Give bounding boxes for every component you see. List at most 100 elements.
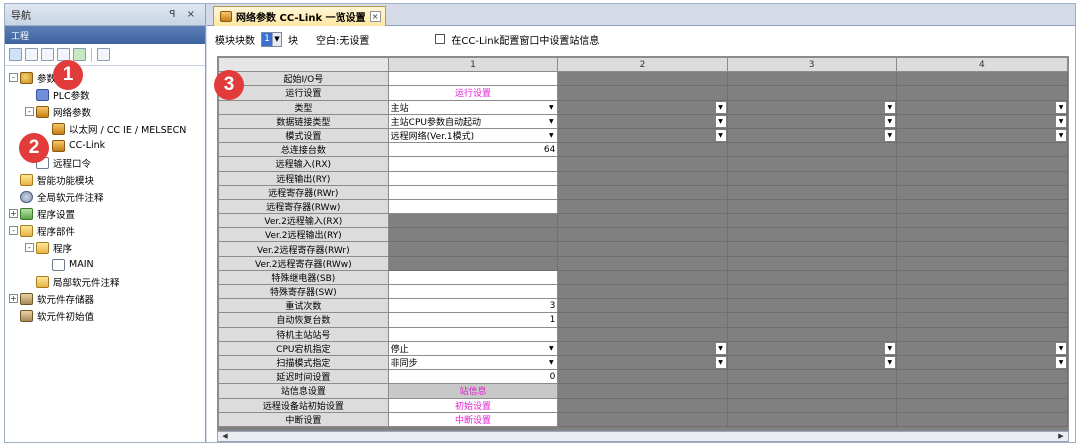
tree-item[interactable]: - 网络参数 (5, 103, 205, 120)
tree-item[interactable]: MAIN (5, 256, 205, 273)
tree-item[interactable]: 软元件初始值 (5, 307, 205, 324)
properties-icon[interactable] (97, 48, 110, 61)
chevron-down-icon[interactable]: ▼ (546, 343, 556, 354)
chevron-down-icon[interactable]: ▼ (715, 101, 726, 113)
expand-icon[interactable]: + (9, 294, 18, 303)
expand-icon[interactable] (9, 48, 22, 61)
settings-cell[interactable] (387, 269, 559, 286)
table-row: 特殊继电器(SB) (218, 269, 1068, 286)
tree-item[interactable]: 智能功能模块 (5, 171, 205, 188)
refresh-icon[interactable] (73, 48, 86, 61)
settings-cell[interactable]: ▼ (557, 340, 728, 356)
settings-cell[interactable] (387, 326, 559, 342)
settings-cell[interactable]: 停止 ▼ (387, 340, 559, 356)
settings-cell[interactable]: ▼ (895, 354, 1068, 371)
settings-cell[interactable]: ▼ (557, 113, 728, 129)
mem-icon (20, 309, 33, 322)
settings-cell[interactable]: 远程网络(Ver.1模式) ▼ (387, 127, 559, 144)
collapse-icon[interactable]: - (9, 226, 18, 235)
settings-cell[interactable] (387, 71, 559, 87)
settings-cell[interactable]: 3 (387, 298, 559, 314)
cell-value: 64 (543, 144, 556, 155)
settings-cell[interactable]: ▼ (895, 340, 1068, 356)
tree-item[interactable]: + 软元件存储器 (5, 290, 205, 307)
project-tab[interactable]: 工程 (5, 26, 205, 44)
chevron-down-icon[interactable]: ▼ (1056, 129, 1066, 141)
settings-cell[interactable] (387, 170, 559, 186)
tree-item[interactable]: PLC参数 (5, 86, 205, 103)
settings-cell[interactable]: ▼ (557, 354, 728, 371)
settings-cell[interactable] (387, 156, 559, 172)
close-icon[interactable]: × (369, 11, 381, 22)
settings-cell[interactable]: ▼ (895, 127, 1068, 144)
tree-item[interactable]: - 参数 (5, 69, 205, 86)
settings-cell[interactable]: 主站CPU参数自动起动 ▼ (387, 113, 559, 129)
chevron-down-icon[interactable]: ▼ (272, 32, 281, 46)
chevron-down-icon[interactable]: ▼ (884, 342, 895, 354)
cell-value: 停止 (390, 344, 409, 355)
settings-cell (726, 184, 897, 200)
settings-cell[interactable]: 站信息 (387, 383, 559, 399)
horizontal-scrollbar[interactable]: ◀ ▶ (217, 431, 1069, 442)
settings-cell[interactable]: ▼ (895, 113, 1068, 129)
chevron-down-icon[interactable]: ▼ (1056, 101, 1066, 113)
settings-cell[interactable]: ▼ (557, 99, 728, 115)
station-info-checkbox[interactable] (435, 34, 446, 44)
settings-cell[interactable] (387, 184, 559, 200)
settings-cell[interactable]: 运行设置 (387, 85, 559, 101)
chevron-down-icon[interactable]: ▼ (715, 356, 726, 368)
chevron-down-icon[interactable]: ▼ (884, 115, 895, 127)
collapse-icon[interactable]: - (9, 73, 18, 82)
settings-cell[interactable]: ▼ (726, 127, 897, 144)
chevron-down-icon[interactable]: ▼ (715, 115, 726, 127)
tree-item[interactable]: + 程序设置 (5, 205, 205, 222)
settings-cell[interactable]: 初始设置 (387, 397, 559, 413)
tree-item[interactable]: 全局软元件注释 (5, 188, 205, 205)
collapse-icon[interactable]: - (25, 107, 34, 116)
settings-cell[interactable]: 64 (387, 142, 559, 158)
settings-cell[interactable]: ▼ (726, 99, 897, 115)
settings-cell[interactable]: ▼ (895, 99, 1068, 115)
chevron-down-icon[interactable]: ▼ (884, 101, 895, 113)
chevron-down-icon[interactable]: ▼ (546, 357, 556, 368)
chevron-down-icon[interactable]: ▼ (546, 130, 556, 141)
settings-cell (726, 298, 897, 314)
module-count-spinner[interactable]: 1 ▼ (261, 31, 282, 47)
settings-cell[interactable]: ▼ (726, 113, 897, 129)
chevron-down-icon[interactable]: ▼ (1056, 342, 1066, 354)
settings-cell (895, 369, 1068, 385)
cell-value: 1 (549, 314, 556, 325)
nav-pin-close-icons[interactable]: ꟼ × (169, 9, 205, 20)
paste-icon[interactable] (41, 48, 54, 61)
chevron-down-icon[interactable]: ▼ (884, 356, 895, 368)
copy-icon[interactable] (25, 48, 38, 61)
tree-item-label: 以太网 / CC IE / MELSECN (69, 124, 187, 136)
tree-item[interactable]: - 程序 (5, 239, 205, 256)
settings-cell[interactable]: ▼ (557, 127, 728, 144)
tree-item-label: 程序部件 (37, 226, 76, 238)
settings-cell[interactable]: ▼ (726, 354, 897, 371)
expand-icon[interactable]: + (9, 209, 18, 218)
settings-cell[interactable]: 主站 ▼ (387, 99, 559, 115)
settings-cell[interactable]: 中断设置 (387, 411, 559, 427)
settings-cell[interactable]: 1 (387, 312, 559, 328)
scroll-right-icon[interactable]: ▶ (1056, 432, 1066, 441)
settings-cell[interactable] (387, 198, 559, 215)
tree-item[interactable]: - 程序部件 (5, 222, 205, 239)
settings-cell[interactable]: 0 (387, 369, 559, 385)
chevron-down-icon[interactable]: ▼ (1056, 115, 1066, 127)
collapse-icon[interactable]: - (25, 243, 34, 252)
settings-cell[interactable]: 非同步 ▼ (387, 354, 559, 371)
chevron-down-icon[interactable]: ▼ (715, 129, 726, 141)
chevron-down-icon[interactable]: ▼ (715, 342, 726, 354)
settings-cell[interactable] (387, 283, 559, 300)
scroll-left-icon[interactable]: ◀ (220, 432, 230, 441)
chevron-down-icon[interactable]: ▼ (1056, 356, 1066, 368)
tree-item[interactable]: 局部软元件注释 (5, 273, 205, 290)
chevron-down-icon[interactable]: ▼ (546, 116, 556, 127)
settings-cell[interactable]: ▼ (726, 340, 897, 356)
chevron-down-icon[interactable]: ▼ (884, 129, 895, 141)
tab-cclink-settings[interactable]: 网络参数 CC-Link 一览设置 × (213, 6, 386, 26)
chevron-down-icon[interactable]: ▼ (546, 102, 556, 113)
settings-cell (557, 198, 728, 215)
